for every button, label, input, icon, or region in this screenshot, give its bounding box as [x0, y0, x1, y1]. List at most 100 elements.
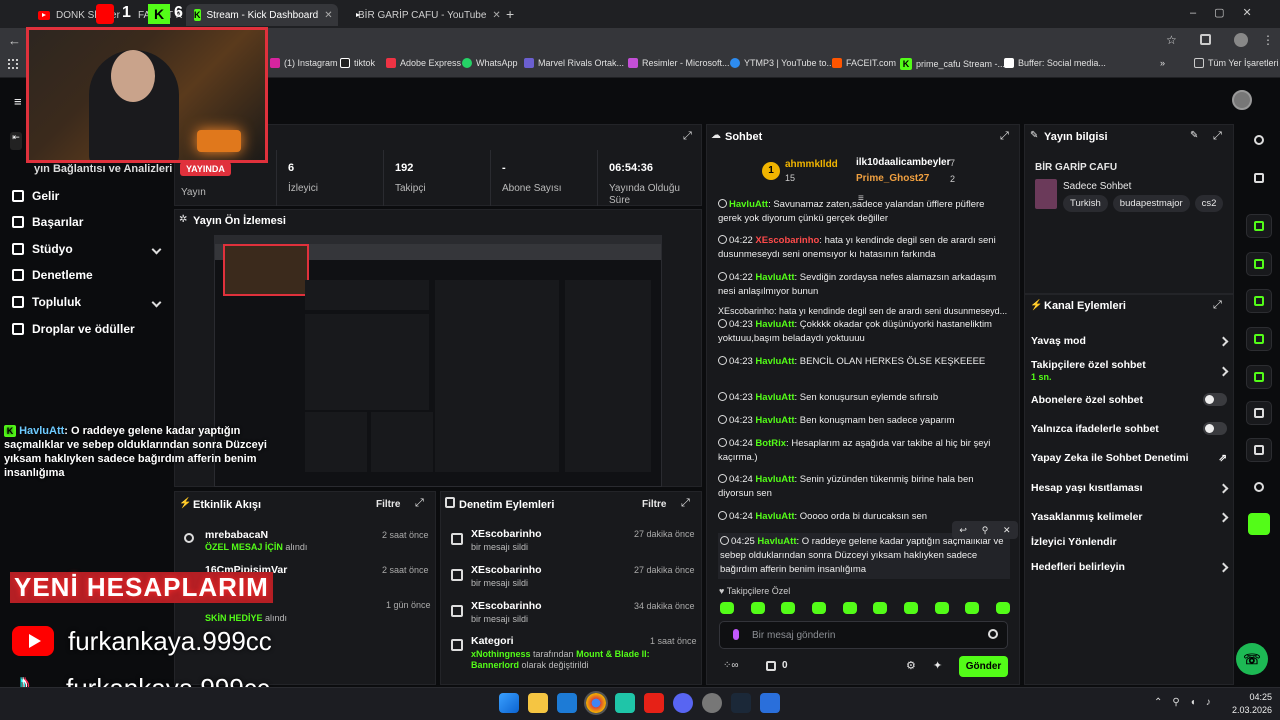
- emote[interactable]: [934, 602, 949, 614]
- action-emotes-only[interactable]: Yalnızca ifadelerle sohbet: [1031, 422, 1227, 435]
- emote[interactable]: [750, 602, 765, 614]
- clock-date[interactable]: 2.03.2026: [1206, 705, 1272, 715]
- bookmark[interactable]: Adobe Express: [386, 58, 461, 68]
- sidebar-item-droplar[interactable]: Droplar ve ödüller: [12, 322, 135, 336]
- close-tab-icon[interactable]: ✕: [324, 10, 332, 21]
- apps-icon[interactable]: [8, 59, 18, 69]
- emote[interactable]: [873, 602, 888, 614]
- top-gifter-name[interactable]: ilk10daalicambeyler: [856, 157, 951, 168]
- users-rail-icon[interactable]: [1246, 475, 1272, 499]
- subs-only-toggle[interactable]: [1203, 393, 1227, 406]
- popout-icon[interactable]: ⤢: [415, 497, 424, 510]
- chat-message-hovered[interactable]: 04:25 HavluAtt: O raddeye gelene kadar y…: [718, 533, 1010, 579]
- bookmark[interactable]: WhatsApp: [462, 58, 518, 68]
- obs-icon[interactable]: [702, 693, 722, 713]
- sidebar-item-gelir[interactable]: Gelir: [12, 189, 59, 203]
- moderation-filter-button[interactable]: Filtre: [642, 499, 666, 510]
- bolt-rail-button[interactable]: [1246, 252, 1272, 276]
- outlook-icon[interactable]: [557, 693, 577, 713]
- emote[interactable]: [811, 602, 826, 614]
- notes-rail-button[interactable]: [1246, 289, 1272, 313]
- top-gifter-name[interactable]: Prime_Ghost27: [856, 173, 929, 184]
- gift-box-icon[interactable]: [766, 661, 776, 671]
- top-gifter-name[interactable]: ahmmkIldd: [785, 159, 838, 170]
- bookmark[interactable]: Marvel Rivals Ortak...: [524, 58, 624, 68]
- points-infinity-icon[interactable]: ⁘∞: [723, 660, 739, 671]
- bookmark[interactable]: FACEIT.com: [832, 58, 896, 68]
- wrench-rail-button[interactable]: [1246, 438, 1272, 462]
- popout-icon[interactable]: ⤢: [1213, 130, 1222, 143]
- tag[interactable]: cs2: [1194, 195, 1224, 212]
- reply-icon[interactable]: ↩: [959, 525, 967, 536]
- app-icon[interactable]: [615, 693, 635, 713]
- steam-icon[interactable]: [731, 693, 751, 713]
- start-icon[interactable]: [499, 693, 519, 713]
- collapse-sidebar-icon[interactable]: ⇤: [10, 132, 22, 150]
- sidebar-item-denetleme[interactable]: Denetleme: [12, 268, 93, 282]
- info-rail-icon[interactable]: [1246, 128, 1272, 152]
- pin-icon[interactable]: ⚲: [982, 525, 989, 536]
- store-rail-button[interactable]: [1246, 401, 1272, 425]
- action-followers-only[interactable]: Takipçilere özel sohbet 1 sn.: [1031, 359, 1229, 383]
- discord-icon[interactable]: [673, 693, 693, 713]
- emoji-picker-icon[interactable]: [988, 629, 998, 639]
- emote[interactable]: [781, 602, 796, 614]
- hamburger-icon[interactable]: ≡: [14, 94, 22, 109]
- window-controls[interactable]: –▢✕: [1190, 6, 1270, 19]
- popout-icon[interactable]: ⤢: [683, 130, 692, 143]
- action-subs-only[interactable]: Abonelere özel sohbet: [1031, 393, 1227, 406]
- youtube-app-icon[interactable]: [644, 693, 664, 713]
- activity-filter-button[interactable]: Filtre: [376, 499, 400, 510]
- menu-icon[interactable]: ⋮: [1262, 33, 1274, 47]
- sidebar-item-topluluk[interactable]: Topluluk: [12, 295, 162, 309]
- edit-icon[interactable]: ✎: [1190, 130, 1198, 141]
- sidebar-item-basarilar[interactable]: Başarılar: [12, 215, 83, 229]
- popout-icon[interactable]: ⤢: [681, 497, 690, 510]
- star-icon[interactable]: ☆: [1166, 33, 1177, 47]
- action-account-age[interactable]: Hesap yaşı kısıtlaması: [1031, 482, 1229, 494]
- chrome-icon[interactable]: [584, 691, 608, 715]
- tag[interactable]: Turkish: [1063, 195, 1108, 212]
- send-button[interactable]: Gönder: [959, 656, 1008, 677]
- support-button[interactable]: ☏: [1236, 643, 1268, 675]
- close-tab-icon[interactable]: ✕: [492, 10, 500, 21]
- bookmark[interactable]: Buffer: Social media...: [1004, 58, 1106, 68]
- popout-icon[interactable]: ⤢: [1000, 130, 1009, 143]
- profile-avatar[interactable]: [1234, 33, 1248, 47]
- emote[interactable]: [720, 602, 734, 614]
- action-raid[interactable]: İzleyici Yönlendir: [1031, 536, 1227, 548]
- tab-donk[interactable]: DONK Shatter: [30, 4, 130, 26]
- extensions-icon[interactable]: [1200, 34, 1211, 45]
- bookmark[interactable]: Kprime_cafu Stream -...: [900, 58, 1005, 70]
- emote[interactable]: [965, 602, 980, 614]
- game-rail-button[interactable]: [1248, 513, 1270, 535]
- chat-rail-button[interactable]: [1246, 327, 1272, 351]
- popout-icon[interactable]: ⤢: [1213, 299, 1222, 312]
- emotes-only-toggle[interactable]: [1203, 422, 1227, 435]
- chat-input-placeholder[interactable]: Bir mesaj gönderin: [752, 630, 835, 641]
- settings-icon[interactable]: ⚙: [906, 659, 916, 672]
- bookmark[interactable]: (1) Instagram: [270, 58, 338, 68]
- emote[interactable]: [903, 602, 918, 614]
- clock-time[interactable]: 04:25: [1232, 692, 1272, 702]
- back-icon[interactable]: ←: [8, 33, 21, 48]
- emote[interactable]: [842, 602, 857, 614]
- tab-kick-dashboard[interactable]: K Stream - Kick Dashboard ✕: [186, 4, 338, 26]
- action-ai-moderation[interactable]: Yapay Zeka ile Sohbet Denetimi ⇗: [1031, 452, 1227, 464]
- emote-menu-icon[interactable]: ✦: [933, 659, 942, 672]
- bookmark[interactable]: YTMP3 | YouTube to...: [730, 58, 834, 68]
- tag[interactable]: budapestmajor: [1112, 195, 1190, 212]
- microphone-icon[interactable]: [733, 629, 739, 640]
- new-tab-button[interactable]: +: [506, 6, 514, 22]
- more-bookmarks-icon[interactable]: »: [1160, 58, 1165, 68]
- app-icon[interactable]: [760, 693, 780, 713]
- file-explorer-icon[interactable]: [528, 693, 548, 713]
- sidebar-item-studyo[interactable]: Stüdyo: [12, 242, 162, 256]
- broadcast-rail-button[interactable]: [1246, 365, 1272, 389]
- action-banned-words[interactable]: Yasaklanmış kelimeler: [1031, 511, 1229, 523]
- action-slow-mode[interactable]: Yavaş mod: [1031, 335, 1229, 347]
- clip-rail-button[interactable]: [1246, 214, 1272, 238]
- emote[interactable]: [995, 602, 1010, 614]
- tab-youtube[interactable]: BİR GARİP CAFU - YouTube ✕: [344, 4, 502, 26]
- user-avatar[interactable]: [1232, 90, 1252, 110]
